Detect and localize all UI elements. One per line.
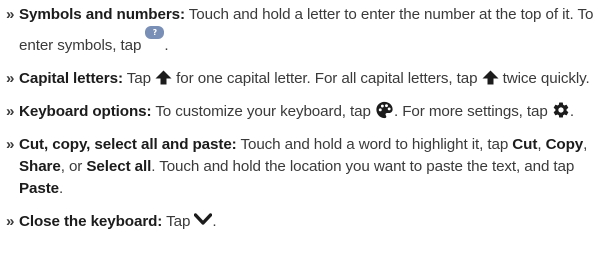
- item-text: Touch and hold a word to highlight it, t…: [236, 136, 513, 153]
- chevron-down-icon: [194, 213, 213, 225]
- bullet-marker: »: [6, 136, 15, 153]
- symbols-key-icon: ?123: [145, 26, 165, 50]
- copy-label: Copy: [545, 136, 584, 153]
- bullet-marker: »: [6, 70, 15, 87]
- palette-icon: [376, 101, 393, 119]
- item-text: .: [212, 213, 217, 230]
- item-text: twice quickly.: [498, 70, 590, 87]
- paste-label: Paste: [19, 180, 60, 197]
- cut-label: Cut: [512, 136, 538, 153]
- item-text: .: [164, 37, 169, 54]
- list-item-capital-letters: » Capital letters: Tap for one capital l…: [6, 68, 611, 90]
- list-item-close-keyboard: » Close the keyboard: Tap .: [6, 211, 611, 233]
- item-text: Tap: [122, 70, 156, 87]
- keyboard-tips-list: » Symbols and numbers: Touch and hold a …: [6, 4, 611, 244]
- item-title: Keyboard options:: [19, 103, 152, 120]
- item-text: for one capital letter. For all capital …: [172, 70, 482, 87]
- item-text: . Touch and hold the location you want t…: [151, 158, 575, 175]
- item-text: .: [569, 103, 574, 120]
- bullet-marker: »: [6, 213, 15, 230]
- item-text: ,: [583, 136, 588, 153]
- shift-arrow-icon: [482, 70, 499, 85]
- shift-arrow-icon: [155, 70, 172, 85]
- item-text: . For more settings, tap: [393, 103, 552, 120]
- item-text: , or: [60, 158, 87, 175]
- select-all-label: Select all: [86, 158, 152, 175]
- item-title: Capital letters:: [19, 70, 123, 87]
- item-text: .: [59, 180, 64, 197]
- item-text: To customize your keyboard, tap: [151, 103, 375, 120]
- bullet-marker: »: [6, 103, 15, 120]
- list-item-keyboard-options: » Keyboard options: To customize your ke…: [6, 101, 611, 123]
- item-text: ,: [537, 136, 546, 153]
- item-title: Symbols and numbers:: [19, 6, 185, 23]
- share-label: Share: [19, 158, 61, 175]
- item-text: Tap: [162, 213, 195, 230]
- item-title: Cut, copy, select all and paste:: [19, 136, 237, 153]
- item-title: Close the keyboard:: [19, 213, 163, 230]
- list-item-cut-copy-paste: » Cut, copy, select all and paste: Touch…: [6, 134, 611, 200]
- gear-icon: [553, 102, 569, 118]
- bullet-marker: »: [6, 6, 15, 23]
- list-item-symbols-numbers: » Symbols and numbers: Touch and hold a …: [6, 4, 611, 57]
